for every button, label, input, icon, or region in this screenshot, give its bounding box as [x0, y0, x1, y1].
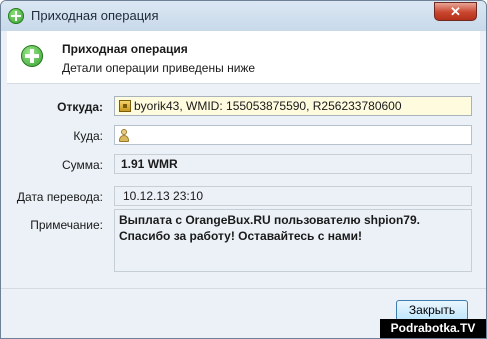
header-subtitle: Детали операции приведены ниже: [62, 61, 256, 75]
watermark: Podrabotka.TV: [380, 319, 486, 338]
person-icon: [119, 129, 129, 142]
note-label: Примечание:: [30, 218, 103, 232]
from-field[interactable]: byorik43, WMID: 155053875590, R256233780…: [114, 96, 472, 116]
window-close-button[interactable]: ✕: [434, 2, 477, 21]
titlebar[interactable]: Приходная операция ✕: [1, 1, 486, 31]
from-value: byorik43, WMID: 155053875590, R256233780…: [134, 99, 402, 113]
header-title: Приходная операция: [62, 42, 188, 56]
wallet-icon: [119, 100, 131, 112]
add-green-icon: [8, 8, 24, 24]
window-title: Приходная операция: [31, 8, 159, 23]
date-label: Дата перевода:: [16, 190, 103, 204]
date-field: 10.12.13 23:10: [114, 186, 472, 206]
add-green-icon: [21, 45, 43, 67]
close-button[interactable]: Закрыть: [396, 300, 468, 321]
close-icon: ✕: [450, 4, 461, 19]
dialog-window: Приходная операция ✕ Приходная операция …: [0, 0, 487, 339]
amount-label: Сумма:: [61, 158, 103, 172]
dialog-header: Приходная операция Детали операции приве…: [7, 31, 480, 84]
from-label: Откуда:: [57, 100, 103, 114]
note-field: Выплата с OrangeBux.RU пользователю shpi…: [114, 209, 472, 272]
to-field[interactable]: [114, 125, 472, 145]
amount-field: 1.91 WMR: [114, 154, 472, 174]
to-label: Куда:: [73, 129, 103, 143]
details-form: Откуда: byorik43, WMID: 155053875590, R2…: [7, 84, 480, 288]
